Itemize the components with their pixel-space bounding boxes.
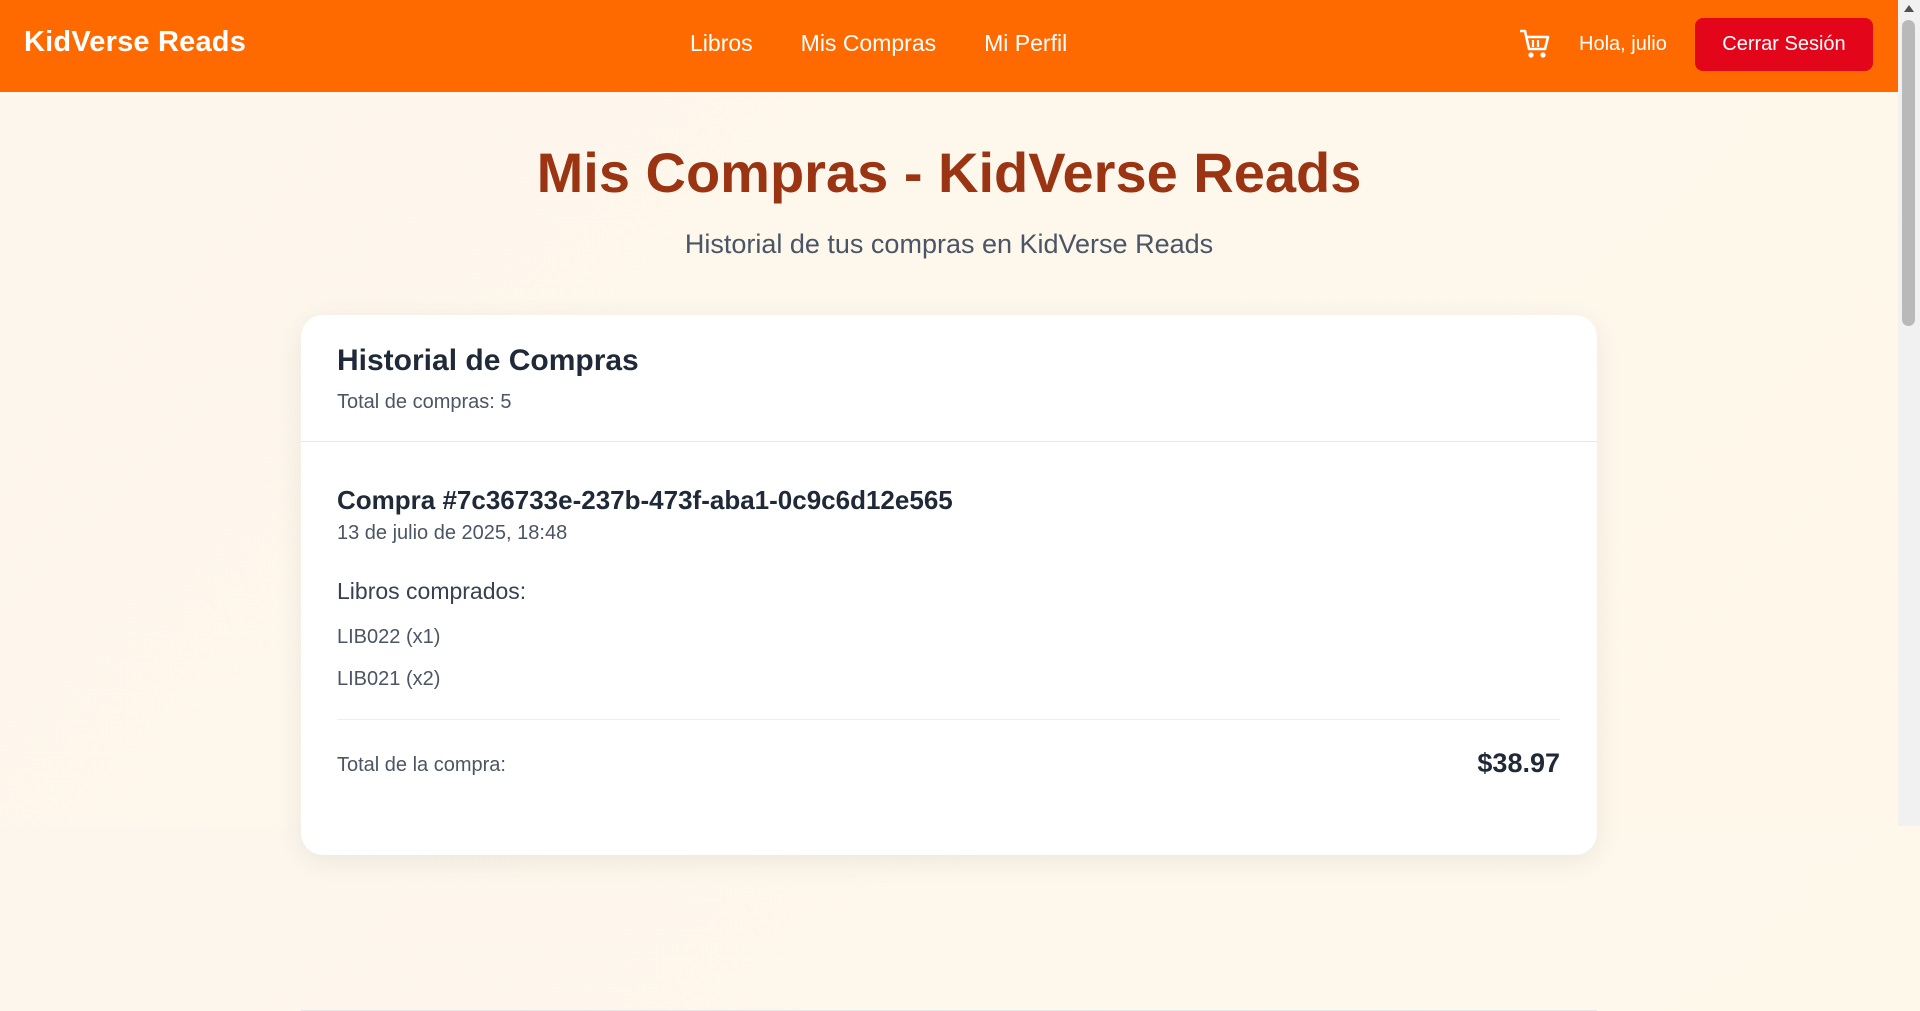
card-header: Historial de Compras Total de compras: 5 — [301, 315, 1597, 442]
cart-icon-glyph — [1519, 29, 1550, 58]
cart-icon[interactable] — [1519, 28, 1550, 60]
scroll-up-arrow-icon[interactable] — [1904, 5, 1914, 12]
purchase-history-card: Historial de Compras Total de compras: 5… — [301, 315, 1597, 1011]
order-divider — [337, 719, 1560, 720]
vertical-scrollbar[interactable] — [1898, 0, 1920, 826]
card-title: Historial de Compras — [337, 344, 639, 377]
books-label: Libros comprados: — [337, 578, 527, 604]
nav-link-mis-compras[interactable]: Mis Compras — [801, 30, 936, 57]
order-total-value: $38.97 — [1477, 748, 1560, 778]
book-item: LIB021 (x2) — [337, 668, 441, 690]
logout-button[interactable]: Cerrar Sesión — [1695, 18, 1873, 71]
scrollbar-thumb[interactable] — [1902, 20, 1915, 326]
order-total-label: Total de la compra: — [337, 754, 506, 776]
nav-link-mi-perfil[interactable]: Mi Perfil — [984, 30, 1067, 57]
navbar: KidVerse Reads Libros Mis Compras Mi Per… — [0, 0, 1898, 92]
book-item: LIB022 (x1) — [337, 626, 441, 648]
page-title: Mis Compras - KidVerse Reads — [536, 141, 1362, 204]
page-subtitle: Historial de tus compras en KidVerse Rea… — [684, 229, 1214, 259]
user-greeting: Hola, julio — [1579, 33, 1667, 55]
order-id: Compra #7c36733e-237b-473f-aba1-0c9c6d12… — [337, 485, 953, 515]
order-date: 13 de julio de 2025, 18:48 — [337, 522, 568, 544]
purchase-count: Total de compras: 5 — [337, 391, 512, 413]
brand-logo[interactable]: KidVerse Reads — [24, 26, 246, 59]
nav-link-libros[interactable]: Libros — [690, 30, 753, 57]
nav-links: Libros Mis Compras Mi Perfil — [690, 30, 1067, 57]
